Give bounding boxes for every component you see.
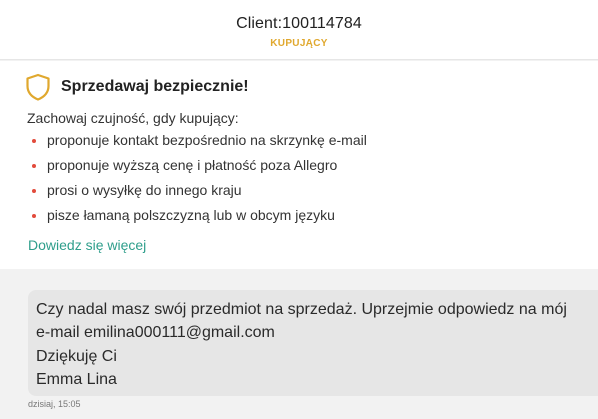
safety-title: Sprzedawaj bezpiecznie!: [61, 78, 249, 95]
tip-text: prosi o wysyłkę do innego kraju: [47, 182, 242, 198]
list-item: pisze łamaną polszczyzną lub w obcym jęz…: [32, 207, 335, 223]
buyer-role-badge: KUPUJĄCY: [270, 38, 328, 49]
tip-text: pisze łamaną polszczyzną lub w obcym jęz…: [47, 207, 335, 223]
message-line: Emma Lina: [36, 370, 117, 388]
message-bubble: Czy nadal masz swój przedmiot na sprzeda…: [28, 290, 598, 396]
message-thread: Czy nadal masz swój przedmiot na sprzeda…: [0, 269, 598, 419]
list-item: proponuje kontakt bezpośrednio na skrzyn…: [32, 132, 367, 148]
tip-text: proponuje kontakt bezpośrednio na skrzyn…: [47, 132, 367, 148]
message-timestamp: dzisiaj, 15:05: [28, 399, 81, 409]
tip-text: proponuje wyższą cenę i płatność poza Al…: [47, 157, 338, 173]
client-id: Client:100114784: [236, 15, 362, 32]
conversation-header: Client:100114784 KUPUJĄCY: [0, 0, 598, 60]
bullet-icon: [32, 164, 36, 168]
message-line: Dziękuję Ci: [36, 347, 117, 365]
list-item: prosi o wysyłkę do innego kraju: [32, 182, 242, 198]
message-line: e-mail emilina000111@gmail.com: [36, 324, 275, 342]
learn-more-link[interactable]: Dowiedz się więcej: [28, 237, 146, 253]
bullet-icon: [32, 189, 36, 193]
bullet-icon: [32, 214, 36, 218]
shield-icon: [26, 73, 50, 101]
message-line: Czy nadal masz swój przedmiot na sprzeda…: [36, 301, 567, 318]
list-item: proponuje wyższą cenę i płatność poza Al…: [32, 157, 338, 173]
safety-intro: Zachowaj czujność, gdy kupujący:: [27, 110, 239, 126]
safety-tips-panel: Sprzedawaj bezpiecznie! Zachowaj czujnoś…: [0, 61, 598, 269]
bullet-icon: [32, 139, 36, 143]
